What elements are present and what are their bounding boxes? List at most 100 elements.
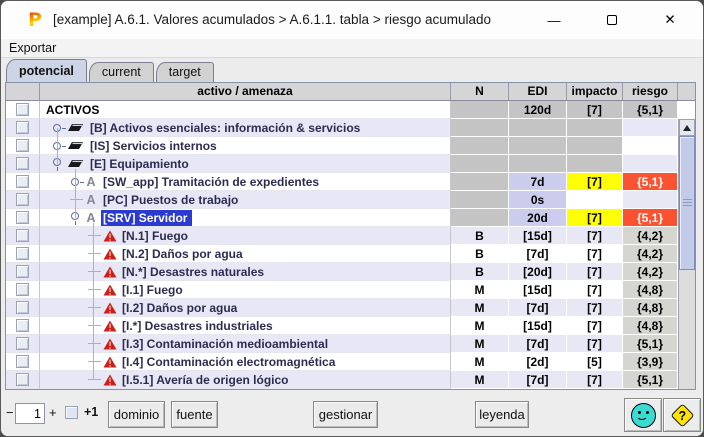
tree-node-label[interactable]: [E] Equipamiento: [88, 156, 194, 172]
table-row[interactable]: [I.*] Desastres industriales M [15d] [7] {4,…: [6, 317, 695, 335]
leyenda-button[interactable]: leyenda: [475, 401, 529, 428]
cell-impacto[interactable]: [7]: [567, 209, 623, 227]
tree-node-label[interactable]: [I.*] Desastres industriales: [120, 318, 278, 334]
cell-n: M: [451, 317, 509, 335]
tree-node-label[interactable]: [N.*] Desastres naturales: [120, 264, 269, 280]
row-checkbox[interactable]: [16, 103, 29, 116]
scrollbar-thumb[interactable]: [679, 136, 695, 270]
cell-riesgo: {5,1}: [623, 209, 678, 227]
row-checkbox[interactable]: [16, 175, 29, 188]
table-row[interactable]: [N.*] Desastres naturales B [20d] [7] {4,2}: [6, 263, 695, 281]
tree-connector-stub: [70, 199, 83, 200]
tree-cell: [I.2] Daños por agua: [40, 299, 451, 317]
tree-node-label[interactable]: [PC] Puestos de trabajo: [101, 192, 243, 208]
scroll-up-button[interactable]: [679, 119, 695, 136]
cell-impacto: [7]: [567, 281, 623, 299]
tree-node-label[interactable]: [I.2] Daños por agua: [120, 300, 242, 316]
cell-n: B: [451, 263, 509, 281]
row-checkbox[interactable]: [16, 121, 29, 134]
table-row[interactable]: [I.3] Contaminación medioambiental M [7d][…: [6, 335, 695, 353]
table-row[interactable]: A [PC] Puestos de trabajo 0s: [6, 191, 695, 209]
table-row[interactable]: [N.2] Daños por agua B [7d] [7] {4,2}: [6, 245, 695, 263]
row-checkbox[interactable]: [16, 139, 29, 152]
tree-node-label[interactable]: [I.5.1] Avería de origen lógico: [120, 372, 293, 388]
close-button[interactable]: ✕: [647, 1, 693, 39]
tree-cell: A [SRV] Servidor: [40, 209, 451, 227]
header-n: N: [451, 83, 509, 100]
row-checkbox[interactable]: [16, 157, 29, 170]
row-checkbox[interactable]: [16, 211, 29, 224]
row-checkbox[interactable]: [16, 193, 29, 206]
tree-node-label[interactable]: [B] Activos esenciales: información & se…: [88, 120, 365, 136]
table-row[interactable]: ACTIVOS 120d [7] {5,1}: [6, 101, 695, 119]
expand-handle[interactable]: [70, 175, 84, 188]
tree-cell: ACTIVOS: [40, 101, 451, 119]
tree-node-label[interactable]: [I.4] Contaminación electromagnética: [120, 354, 340, 370]
mood-button[interactable]: [624, 398, 662, 432]
menu-item-exportar[interactable]: Exportar: [1, 39, 64, 57]
tab-potencial[interactable]: potencial: [6, 59, 87, 82]
tab-current[interactable]: current: [88, 62, 154, 82]
table-row[interactable]: [E] Equipamiento: [6, 155, 695, 173]
table-row[interactable]: A [SRV] Servidor 20d [7] {5,1}: [6, 209, 695, 227]
expand-handle[interactable]: [52, 121, 66, 134]
risk-table: activo / amenaza N EDI impacto riesgo AC…: [5, 82, 696, 390]
table-row[interactable]: [IS] Servicios internos: [6, 137, 695, 155]
tree-node-label[interactable]: [IS] Servicios internos: [88, 138, 222, 154]
cell-riesgo: {5,1}: [623, 101, 678, 119]
table-body: ACTIVOS 120d [7] {5,1} [B] Activos esenciale…: [6, 101, 695, 389]
expand-handle[interactable]: [70, 211, 83, 225]
tree-node-label[interactable]: ACTIVOS: [44, 102, 104, 118]
decrement-label[interactable]: −: [6, 405, 14, 420]
tree-node-label[interactable]: [N.2] Daños por agua: [120, 246, 248, 262]
tree-cell: [IS] Servicios internos: [40, 137, 451, 155]
title-bar: P [example] A.6.1. Valores acumulados > …: [1, 1, 703, 39]
expand-handle[interactable]: [52, 139, 66, 152]
cell-n: M: [451, 335, 509, 353]
tree-cell: [I.*] Desastres industriales: [40, 317, 451, 335]
tree-node-label[interactable]: [SW_app] Tramitación de expedientes: [101, 174, 324, 190]
table-row[interactable]: [N.1] Fuego B [15d] [7] {4,2}: [6, 227, 695, 245]
row-checkbox[interactable]: [16, 337, 29, 350]
row-checkbox[interactable]: [16, 373, 29, 386]
dominio-button[interactable]: dominio: [108, 401, 165, 428]
table-row[interactable]: [B] Activos esenciales: información & se…: [6, 119, 695, 137]
row-checkbox[interactable]: [16, 229, 29, 242]
tree-node-label[interactable]: [I.1] Fuego: [120, 282, 188, 298]
table-row[interactable]: [I.2] Daños por agua M [7d] [7] {4,8}: [6, 299, 695, 317]
threat-icon: [103, 356, 117, 367]
table-row[interactable]: A [SW_app] Tramitación de expedientes 7d [7…: [6, 173, 695, 191]
close-icon: ✕: [664, 12, 676, 27]
cell-edi: 7d: [509, 173, 567, 191]
minimize-button[interactable]: —: [531, 1, 577, 39]
gestionar-button[interactable]: gestionar: [313, 401, 378, 428]
tab-target[interactable]: target: [155, 62, 214, 82]
cell-edi: [509, 155, 567, 173]
row-checkbox[interactable]: [16, 265, 29, 278]
maximize-button[interactable]: [589, 1, 635, 39]
row-checkbox[interactable]: [16, 301, 29, 314]
cell-n: [451, 119, 509, 137]
table-row[interactable]: [I.4] Contaminación electromagnética M [2d…: [6, 353, 695, 371]
cell-impacto[interactable]: [7]: [567, 173, 623, 191]
table-row[interactable]: [I.5.1] Avería de origen lógico M [7d] [7]{…: [6, 371, 695, 389]
tree-node-label[interactable]: [SRV] Servidor: [101, 209, 193, 226]
cell-riesgo: {4,8}: [623, 299, 678, 317]
fuente-button[interactable]: fuente: [171, 401, 218, 428]
row-checkbox[interactable]: [16, 355, 29, 368]
table-row[interactable]: [I.1] Fuego M [15d] [7] {4,8}: [6, 281, 695, 299]
plus-one-checkbox[interactable]: [65, 406, 78, 419]
level-spinner-input[interactable]: [15, 403, 45, 424]
tree-node-label[interactable]: [N.1] Fuego: [120, 228, 193, 244]
row-checkbox[interactable]: [16, 247, 29, 260]
row-checkbox[interactable]: [16, 283, 29, 296]
smiley-mouth: [636, 409, 648, 420]
row-checkbox[interactable]: [16, 319, 29, 332]
help-button[interactable]: ?: [663, 398, 701, 432]
tree-node-label[interactable]: [I.3] Contaminación medioambiental: [120, 336, 333, 352]
increment-label[interactable]: +: [49, 405, 57, 420]
cell-n: [451, 209, 509, 227]
vertical-scrollbar[interactable]: [678, 119, 695, 389]
expand-handle[interactable]: [52, 157, 65, 171]
cell-impacto: [7]: [567, 263, 623, 281]
